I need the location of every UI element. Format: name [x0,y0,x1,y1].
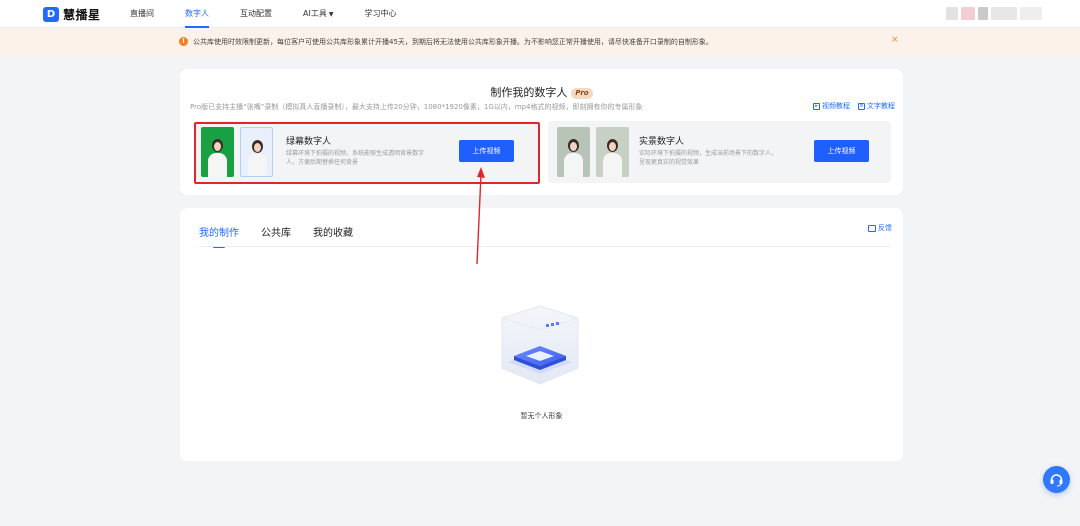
tab-my-favorites[interactable]: 我的收藏 [313,224,353,246]
create-title-text: 制作我的数字人 [490,86,568,99]
tab-my-creations[interactable]: 我的制作 [199,224,239,248]
chevron-down-icon: ▼ [328,11,334,18]
logo-icon: D [43,6,59,22]
tab-public-library[interactable]: 公共库 [261,224,291,246]
tab-divider [199,246,891,247]
feedback-label: 反馈 [878,224,892,232]
empty-state-illustration [501,305,579,385]
real-scene-thumbnail-1 [557,127,590,177]
headset-icon [1050,474,1063,487]
real-scene-option: 实景数字人 实际环境下拍摄的视频，生成当前场景下的数字人，呈现更真实的视觉效果 … [548,121,891,183]
close-icon[interactable]: × [891,35,899,45]
text-tutorial-link[interactable]: ≡ 文字教程 [858,101,895,111]
notice-bar: ! 公共库使用时效限制更新，每位客户可使用公共库形象累计开播45天，到期后将无法… [0,29,1080,54]
document-icon: ≡ [858,102,865,110]
play-icon: ▸ [813,102,820,110]
empty-state-text: 暂无个人形象 [520,412,563,420]
feedback-icon [868,224,876,232]
warning-icon: ! [179,37,188,46]
pro-badge: Pro [571,88,593,99]
nav-item-digital-human[interactable]: 数字人 [185,0,209,28]
annotation-arrow [476,167,485,265]
nav-menu: 直播间 数字人 互动配置 AI工具 ▼ 学习中心 [130,0,427,28]
page-title: 制作我的数字人 Pro [180,84,903,100]
library-tabs: 我的制作 公共库 我的收藏 [199,224,375,248]
video-tutorial-label: 视频教程 [822,102,850,110]
create-description: Pro版已支持主播“张嘴”录制（模拟真人直播录制），最大支持上传20分钟，108… [190,103,643,111]
feedback-link[interactable]: 反馈 [868,223,892,233]
library-panel: 我的制作 公共库 我的收藏 反馈 暂无个人形象 [180,208,903,461]
top-nav: D 慧播星 直播间 数字人 互动配置 AI工具 ▼ 学习中心 [0,0,1080,28]
nav-item-interaction-config[interactable]: 互动配置 [240,0,272,28]
real-scene-thumbnail-2 [596,127,629,177]
tutorial-links: ▸ 视频教程 ≡ 文字教程 [813,101,895,111]
nav-item-ai-tools-label: AI工具 [303,9,327,18]
brand-logo[interactable]: D 慧播星 [43,6,101,22]
text-tutorial-label: 文字教程 [867,102,895,110]
nav-item-ai-tools[interactable]: AI工具 ▼ [303,0,333,28]
notice-text: 公共库使用时效限制更新，每位客户可使用公共库形象累计开播45天，到期后将无法使用… [193,38,713,46]
video-tutorial-link[interactable]: ▸ 视频教程 [813,101,850,111]
customer-service-button[interactable] [1043,466,1070,493]
real-scene-title: 实景数字人 [639,137,685,147]
real-scene-description: 实际环境下拍摄的视频，生成当前场景下的数字人，呈现更真实的视觉效果 [639,150,778,166]
brand-name: 慧播星 [63,7,101,22]
nav-item-live-room[interactable]: 直播间 [130,0,154,28]
real-scene-upload-button[interactable]: 上传视频 [814,140,869,162]
user-account-blurred[interactable] [946,7,1042,20]
nav-item-learning-center[interactable]: 学习中心 [364,0,396,28]
